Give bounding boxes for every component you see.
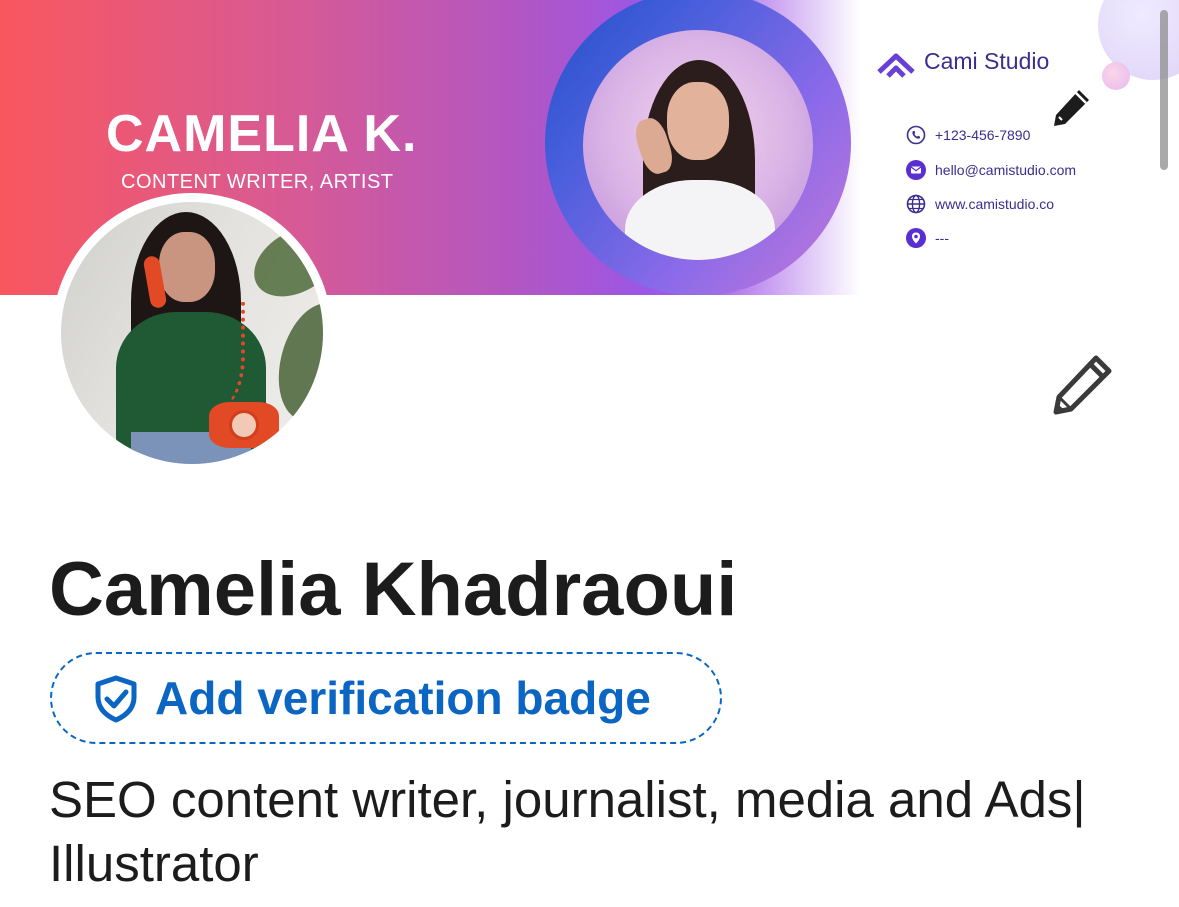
banner-portrait-photo (583, 30, 813, 260)
edit-banner-pencil-icon[interactable] (1049, 84, 1095, 130)
contact-web-row: www.camistudio.co (906, 193, 1054, 215)
profile-headline: SEO content writer, journalist, media an… (49, 771, 1086, 892)
contact-email-text: hello@camistudio.com (935, 162, 1077, 178)
edit-profile-pencil-icon[interactable] (1052, 352, 1116, 416)
contact-email-row: hello@camistudio.com (906, 159, 1076, 181)
phone-icon (906, 125, 926, 145)
contact-location-row: --- (906, 227, 949, 249)
verification-badge-label: Add verification badge (155, 672, 651, 724)
location-pin-icon (906, 228, 926, 248)
globe-icon (906, 194, 926, 214)
banner-name: CAMELIA K. (106, 105, 418, 163)
contact-location-text: --- (935, 230, 949, 246)
contact-phone-row: +123-456-7890 (906, 124, 1030, 146)
decorative-dot (1102, 62, 1130, 90)
studio-logo-icon (877, 53, 915, 78)
contact-web-text: www.camistudio.co (935, 196, 1055, 212)
shield-check-icon (95, 675, 137, 723)
profile-photo-avatar[interactable] (61, 202, 323, 464)
add-verification-badge-button[interactable]: Add verification badge (50, 652, 722, 744)
studio-name: Cami Studio (924, 48, 1050, 74)
profile-full-name: Camelia Khadraoui (49, 547, 738, 632)
contact-phone-text: +123-456-7890 (935, 127, 1031, 143)
scrollbar[interactable] (1160, 10, 1168, 170)
banner-role: CONTENT WRITER, ARTIST (121, 171, 394, 193)
mail-icon (906, 160, 926, 180)
